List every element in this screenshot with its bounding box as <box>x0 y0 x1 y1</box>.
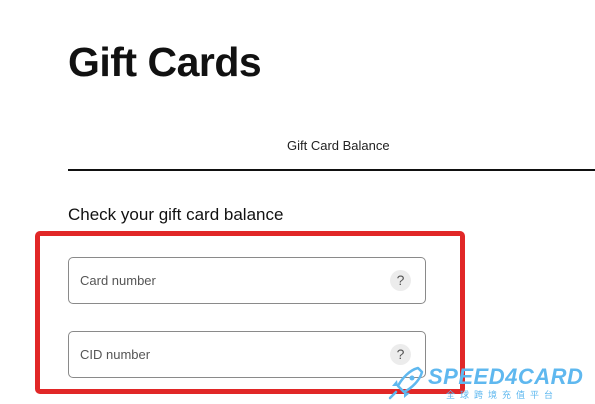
tab-active-underline <box>68 169 595 171</box>
cid-number-input[interactable] <box>80 332 380 377</box>
section-heading: Check your gift card balance <box>68 205 284 224</box>
question-mark-icon[interactable]: ? <box>390 344 411 365</box>
question-mark-icon[interactable]: ? <box>390 270 411 291</box>
card-number-input[interactable] <box>80 258 380 303</box>
watermark: SPEED4CARD 全球跨境充值平台 <box>388 364 593 404</box>
tab-gift-card-balance[interactable]: Gift Card Balance <box>287 138 390 153</box>
cid-number-field: ? <box>68 331 426 378</box>
watermark-brand: SPEED4CARD <box>428 364 584 389</box>
watermark-subtitle: 全球跨境充值平台 <box>446 390 559 400</box>
rocket-icon <box>388 366 424 400</box>
card-number-field: ? <box>68 257 426 304</box>
page-title: Gift Cards <box>68 39 262 85</box>
